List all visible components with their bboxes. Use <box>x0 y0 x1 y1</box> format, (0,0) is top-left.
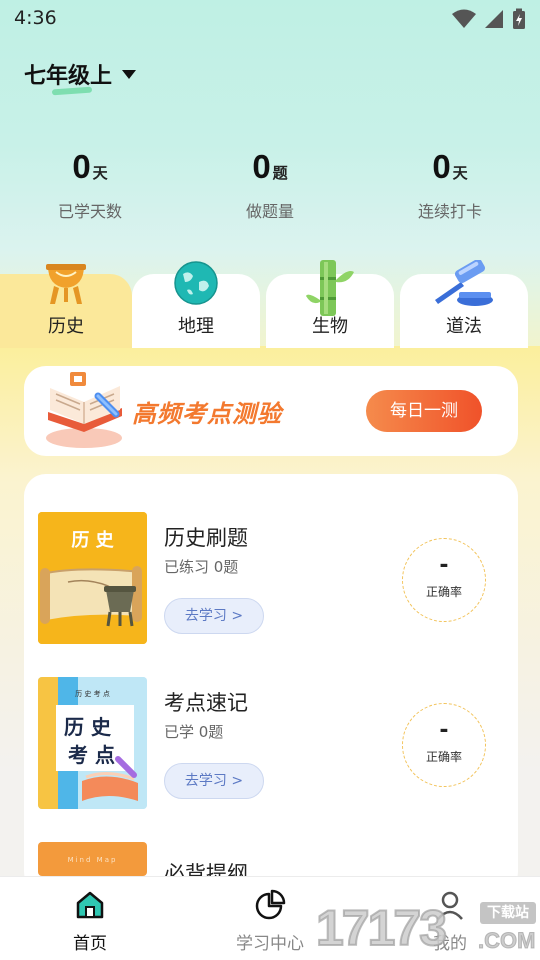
list-item-key-points[interactable]: 历 史 考 点 历 史 考 点 考点速记 已学 0题 去学习 > - 正确率 <box>38 677 508 809</box>
accuracy-value: - <box>439 718 449 743</box>
go-study-button[interactable]: 去学习 > <box>164 763 264 799</box>
signal-icon <box>485 10 503 28</box>
stat-study-days: 0天 已学天数 <box>0 148 180 222</box>
tab-label: 地理 <box>178 316 214 337</box>
key-points-book-cover: 历 史 考 点 历 史 考 点 <box>38 677 147 809</box>
stat-value: 0 <box>432 148 451 185</box>
stat-question-count: 0题 做题量 <box>180 148 360 222</box>
wifi-icon <box>452 9 476 28</box>
thumb-title: 考 点 <box>68 743 115 767</box>
go-study-button[interactable]: 去学习 > <box>164 598 264 634</box>
tripod-vessel-icon <box>42 260 90 312</box>
tab-label: 生物 <box>312 316 348 337</box>
accuracy-value: - <box>439 553 449 578</box>
globe-icon <box>173 260 219 310</box>
stat-value: 0 <box>72 148 91 185</box>
tab-history[interactable]: 历史 <box>0 264 132 348</box>
tab-geography[interactable]: 地理 <box>132 261 260 348</box>
thumb-caption: 历 史 考 点 <box>75 690 110 698</box>
chevron-down-icon <box>122 69 137 79</box>
history-book-cover: 历 史 <box>38 512 147 644</box>
item-progress: 已练习 0题 <box>164 558 239 576</box>
stat-unit: 题 <box>272 164 288 182</box>
pie-chart-icon <box>255 889 286 920</box>
stat-unit: 天 <box>92 164 108 182</box>
stat-unit: 天 <box>452 164 468 182</box>
quiz-banner[interactable]: 高频考点测验 每日一测 <box>24 366 518 456</box>
watermark-number: 17173 <box>315 899 448 957</box>
item-progress: 已学 0题 <box>164 723 224 741</box>
item-title: 考点速记 <box>164 691 248 715</box>
grade-label: 七年级上 <box>24 58 112 90</box>
list-item-history-practice[interactable]: 历 史 历史刷题 已练习 0题 去学习 > - 正确率 <box>38 512 508 644</box>
stats-row: 0天 已学天数 0题 做题量 0天 连续打卡 <box>0 148 540 222</box>
stat-label: 做题量 <box>245 202 294 221</box>
stat-streak: 0天 连续打卡 <box>360 148 540 222</box>
outline-book-cover: Mind Map <box>38 842 147 876</box>
stat-label: 连续打卡 <box>417 202 482 221</box>
item-title: 必背提纲 <box>164 862 248 876</box>
banner-title: 高频考点测验 <box>132 400 282 428</box>
watermark-domain: .COM <box>477 928 536 954</box>
thumb-title: 历 史 <box>64 715 111 739</box>
daily-quiz-button[interactable]: 每日一测 <box>366 390 482 432</box>
study-list-card: 历 史 历史刷题 已练习 0题 去学习 > - 正确率 历 史 考 点 历 史 … <box>24 474 518 894</box>
bamboo-icon <box>304 260 356 320</box>
accuracy-badge: - 正确率 <box>402 703 486 787</box>
nav-home[interactable]: 首页 <box>30 889 150 954</box>
tab-biology[interactable]: 生物 <box>266 260 394 348</box>
subject-tabs: 历史 地理 生物 道法 <box>0 256 540 348</box>
accuracy-badge: - 正确率 <box>402 538 486 622</box>
accuracy-label: 正确率 <box>425 585 462 599</box>
watermark-logo: 17173 下载站 .COM <box>315 898 540 960</box>
home-icon <box>76 891 104 919</box>
status-time: 4:36 <box>14 7 57 29</box>
stat-label: 已学天数 <box>57 202 122 221</box>
grade-selector[interactable]: 七年级上 <box>24 58 137 90</box>
nav-label: 首页 <box>73 934 107 954</box>
battery-icon <box>513 8 525 29</box>
thumb-caption: Mind Map <box>67 856 118 864</box>
list-item-outline[interactable]: Mind Map 必背提纲 <box>38 842 508 876</box>
tab-label: 道法 <box>446 316 482 337</box>
gavel-icon <box>431 258 497 314</box>
thumb-title: 历 史 <box>71 530 114 551</box>
tab-morality-law[interactable]: 道法 <box>400 258 528 348</box>
status-bar: 4:36 <box>0 0 540 36</box>
book-illustration-icon <box>46 372 122 448</box>
watermark-tag: 下载站 <box>480 902 536 924</box>
tab-label: 历史 <box>48 316 84 337</box>
nav-label: 学习中心 <box>236 934 304 954</box>
nav-study-center[interactable]: 学习中心 <box>210 889 330 954</box>
accuracy-label: 正确率 <box>425 750 462 764</box>
stat-value: 0 <box>252 148 271 185</box>
item-title: 历史刷题 <box>164 526 248 550</box>
